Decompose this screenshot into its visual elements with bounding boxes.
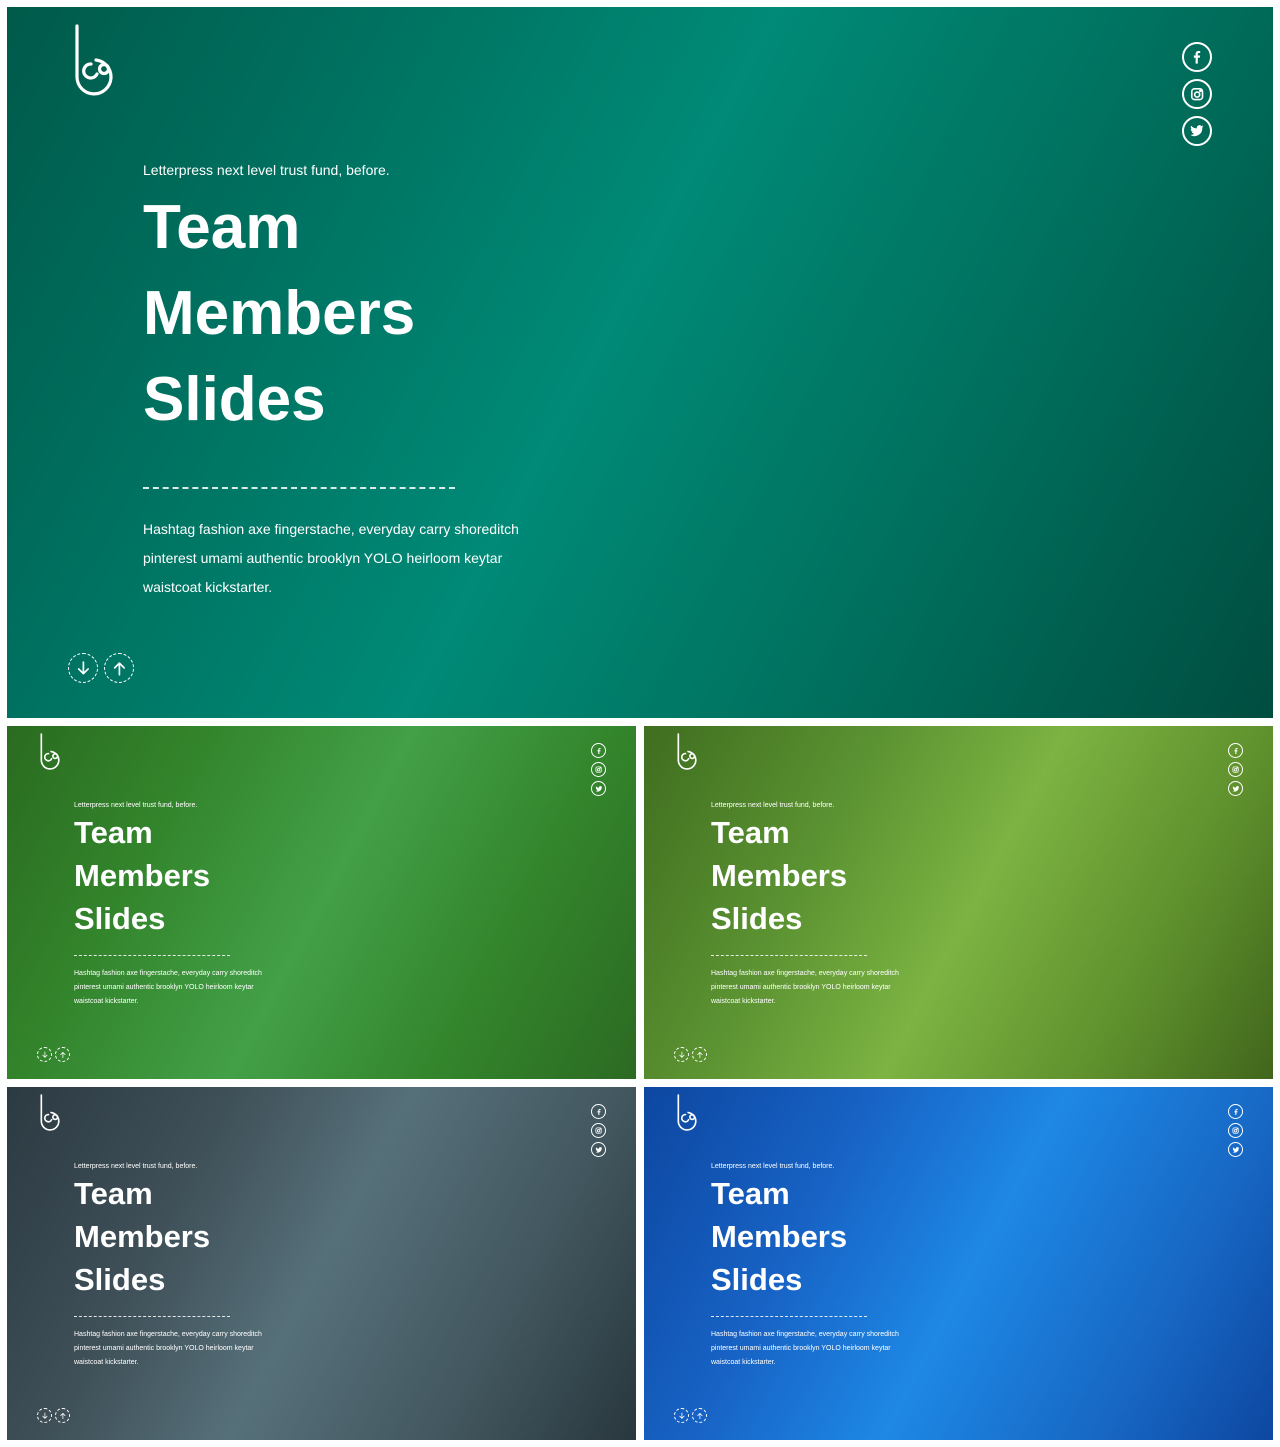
slide-green: Letterpress next level trust fund, befor… xyxy=(7,726,636,1079)
social-links xyxy=(1228,1104,1243,1157)
title-line-1: Team xyxy=(74,1176,153,1211)
arrow-down-icon[interactable] xyxy=(37,1408,52,1423)
facebook-icon[interactable] xyxy=(1228,743,1243,758)
slide-nav xyxy=(674,1408,707,1423)
slide-lime: Letterpress next level trust fund, befor… xyxy=(644,726,1273,1079)
twitter-icon[interactable] xyxy=(1182,116,1212,146)
dashed-divider xyxy=(711,1316,867,1317)
eyebrow-text: Letterpress next level trust fund, befor… xyxy=(74,1163,198,1170)
title-line-1: Team xyxy=(143,193,301,262)
social-links xyxy=(591,1104,606,1157)
slide-teal-large: Letterpress next level trust fund, befor… xyxy=(7,7,1273,718)
dashed-divider xyxy=(74,955,230,956)
brand-logo xyxy=(36,1093,60,1131)
arrow-up-icon[interactable] xyxy=(692,1047,707,1062)
slide-nav xyxy=(674,1047,707,1062)
slide-content: Letterpress next level trust fund, befor… xyxy=(711,1163,921,1370)
arrow-up-icon[interactable] xyxy=(55,1408,70,1423)
slide-title: Team Members Slides xyxy=(74,1172,284,1301)
description-text: Hashtag fashion axe fingerstache, everyd… xyxy=(143,521,519,595)
arrow-down-icon[interactable] xyxy=(37,1047,52,1062)
description-text: Hashtag fashion axe fingerstache, everyd… xyxy=(74,970,262,1005)
arrow-up-icon[interactable] xyxy=(104,653,134,683)
arrow-down-icon[interactable] xyxy=(674,1408,689,1423)
facebook-icon[interactable] xyxy=(1182,42,1212,72)
description-text: Hashtag fashion axe fingerstache, everyd… xyxy=(74,1331,262,1366)
slide-content: Letterpress next level trust fund, befor… xyxy=(74,802,284,1009)
title-line-2: Members xyxy=(711,858,848,893)
facebook-icon[interactable] xyxy=(591,1104,606,1119)
facebook-icon[interactable] xyxy=(1228,1104,1243,1119)
eyebrow-text: Letterpress next level trust fund, befor… xyxy=(711,802,835,809)
instagram-icon[interactable] xyxy=(591,1123,606,1138)
social-links xyxy=(591,743,606,796)
arrow-down-icon[interactable] xyxy=(68,653,98,683)
slide-slate: Letterpress next level trust fund, befor… xyxy=(7,1087,636,1440)
slide-nav xyxy=(68,653,134,683)
title-line-1: Team xyxy=(711,1176,790,1211)
title-line-3: Slides xyxy=(74,901,166,936)
slide-title: Team Members Slides xyxy=(711,1172,921,1301)
instagram-icon[interactable] xyxy=(1182,79,1212,109)
eyebrow-text: Letterpress next level trust fund, befor… xyxy=(143,162,390,178)
dashed-divider xyxy=(143,487,455,489)
brand-logo xyxy=(67,22,113,96)
brand-logo xyxy=(36,732,60,770)
slide-nav xyxy=(37,1047,70,1062)
slide-nav xyxy=(37,1408,70,1423)
twitter-icon[interactable] xyxy=(591,1142,606,1157)
title-line-2: Members xyxy=(711,1219,848,1254)
brand-logo xyxy=(673,732,697,770)
arrow-up-icon[interactable] xyxy=(55,1047,70,1062)
title-line-3: Slides xyxy=(711,901,803,936)
slide-content: Letterpress next level trust fund, befor… xyxy=(711,802,921,1009)
instagram-icon[interactable] xyxy=(1228,762,1243,777)
dashed-divider xyxy=(74,1316,230,1317)
title-line-1: Team xyxy=(711,815,790,850)
arrow-down-icon[interactable] xyxy=(674,1047,689,1062)
brand-logo xyxy=(673,1093,697,1131)
title-line-3: Slides xyxy=(711,1262,803,1297)
social-links xyxy=(1228,743,1243,796)
slide-title: Team Members Slides xyxy=(74,811,284,940)
description-text: Hashtag fashion axe fingerstache, everyd… xyxy=(711,1331,899,1366)
eyebrow-text: Letterpress next level trust fund, befor… xyxy=(711,1163,835,1170)
slide-content: Letterpress next level trust fund, befor… xyxy=(74,1163,284,1370)
title-line-2: Members xyxy=(74,1219,211,1254)
title-line-2: Members xyxy=(143,279,416,348)
instagram-icon[interactable] xyxy=(1228,1123,1243,1138)
title-line-2: Members xyxy=(74,858,211,893)
dashed-divider xyxy=(711,955,867,956)
twitter-icon[interactable] xyxy=(1228,781,1243,796)
slide-content: Letterpress next level trust fund, befor… xyxy=(143,162,543,602)
title-line-3: Slides xyxy=(143,365,326,434)
twitter-icon[interactable] xyxy=(1228,1142,1243,1157)
slide-blue: Letterpress next level trust fund, befor… xyxy=(644,1087,1273,1440)
twitter-icon[interactable] xyxy=(591,781,606,796)
slide-title: Team Members Slides xyxy=(143,185,543,443)
instagram-icon[interactable] xyxy=(591,762,606,777)
social-links xyxy=(1182,42,1212,146)
facebook-icon[interactable] xyxy=(591,743,606,758)
description-text: Hashtag fashion axe fingerstache, everyd… xyxy=(711,970,899,1005)
arrow-up-icon[interactable] xyxy=(692,1408,707,1423)
title-line-1: Team xyxy=(74,815,153,850)
slide-title: Team Members Slides xyxy=(711,811,921,940)
title-line-3: Slides xyxy=(74,1262,166,1297)
eyebrow-text: Letterpress next level trust fund, befor… xyxy=(74,802,198,809)
